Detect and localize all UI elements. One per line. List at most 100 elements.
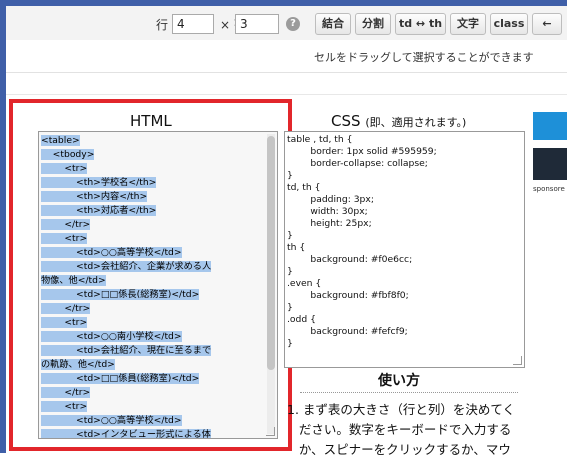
usage-line: か、スピナーをクリックするか、マウ [287, 440, 527, 460]
html-code-line: <tr> [41, 316, 263, 330]
css-code-line-text: .odd { [287, 314, 316, 325]
css-code-line-text: background: #fefcf9; [287, 326, 408, 337]
css-code-line: } [287, 302, 437, 314]
css-code-line: td, th { [287, 182, 437, 194]
text-button[interactable]: 文字 [450, 13, 486, 35]
html-code-line-text: </tr> [41, 387, 91, 398]
css-code-line: } [287, 266, 437, 278]
class-button[interactable]: class [490, 13, 528, 35]
css-panel-title: CSS (即、適用されます。) [331, 112, 466, 130]
html-code-line: <th>内容</th> [41, 190, 263, 204]
css-code-line-text: height: 25px; [287, 218, 372, 229]
html-code-line-text: <th>内容</th> [41, 191, 148, 202]
html-code-line-text: <th>対応者</th> [41, 205, 157, 216]
html-code-line-text: <td>□□係長(総務室)</td> [41, 289, 200, 300]
html-code-line-text: <tr> [41, 233, 88, 244]
html-code-line: <tr> [41, 232, 263, 246]
usage-line: ださい。数字をキーボードで入力する [287, 420, 527, 440]
css-code-line-text: } [287, 230, 293, 241]
html-code-line: <td>○○南小学校</td> [41, 330, 263, 344]
css-code-line: table , td, th { [287, 134, 437, 146]
css-resize-handle-icon[interactable] [513, 356, 522, 365]
html-code-line: <td>○○高等学校</td> [41, 246, 263, 260]
html-code-line-text: </tr> [41, 303, 91, 314]
html-code-line-text: <td>○○南小学校</td> [41, 331, 182, 342]
hint-bar: セルをドラッグして選択することができます [6, 40, 567, 73]
html-code-line-text: <td>会社紹介、企業が求める人 [41, 261, 212, 272]
css-code-line-text: th { [287, 242, 306, 253]
html-code-line: </tr> [41, 386, 263, 400]
css-code-line-text: } [287, 266, 293, 277]
css-title-note: (即、適用されます。) [365, 116, 467, 129]
html-code-line: の軌跡、他</td> [41, 358, 263, 372]
html-code-line: </tr> [41, 302, 263, 316]
html-scrollbar[interactable] [267, 134, 275, 434]
css-code-textarea[interactable]: table , td, th { border: 1px solid #5959… [284, 131, 525, 368]
css-code-line: } [287, 338, 437, 350]
back-arrow-button[interactable]: ← [532, 13, 562, 35]
css-code-line-text: padding: 3px; [287, 194, 374, 205]
css-code-line: border-collapse: collapse; [287, 158, 437, 170]
css-code-line: width: 30px; [287, 206, 437, 218]
html-panel-title: HTML [130, 112, 172, 130]
html-code-line-text: <td>会社紹介、現在に至るまで [41, 345, 212, 356]
html-code-line-text: の軌跡、他</td> [41, 359, 115, 370]
usage-divider [300, 392, 518, 393]
sponsor-ad-dark[interactable] [533, 148, 567, 180]
css-code-line: } [287, 230, 437, 242]
html-code-line-text: <table> [41, 135, 80, 146]
css-code-line-text: border: 1px solid #595959; [287, 146, 437, 157]
css-code-line-text: width: 30px; [287, 206, 368, 217]
usage-line-text: か、スピナーをクリックするか、マウ [287, 442, 511, 457]
css-code-line-text: background: #fbf8f0; [287, 290, 409, 301]
html-code-line-text: <td>○○高等学校</td> [41, 247, 182, 258]
html-code-line-text: <td>インタビュー形式による体 [41, 429, 211, 439]
html-code-line-text: </tr> [41, 219, 91, 230]
css-code-line: background: #f0e6cc; [287, 254, 437, 266]
html-code-line-text: <td>□□係員(総務室)</td> [41, 373, 200, 384]
td-th-toggle-button[interactable]: td ↔ th [395, 13, 446, 35]
row-count-input[interactable]: 4 [172, 14, 214, 34]
resize-handle-icon[interactable] [266, 427, 275, 436]
css-code-line: height: 25px; [287, 218, 437, 230]
css-code-line-text: .even { [287, 278, 322, 289]
html-code-line-text: <td>○○高等学校</td> [41, 415, 182, 426]
col-count-input[interactable]: 3 [235, 14, 279, 34]
css-code-line-text: } [287, 302, 293, 313]
html-code-line: 物像、他</td> [41, 274, 263, 288]
css-code-line: .even { [287, 278, 437, 290]
html-code-line-text: <tr> [41, 163, 88, 174]
css-code-line: background: #fbf8f0; [287, 290, 437, 302]
html-code-line: <td>○○高等学校</td> [41, 414, 263, 428]
css-code-line-text: border-collapse: collapse; [287, 158, 428, 169]
merge-button[interactable]: 結合 [315, 13, 351, 35]
css-code-line: background: #fefcf9; [287, 326, 437, 338]
html-code-line-text: <th>学校名</th> [41, 177, 157, 188]
css-code-line-text: background: #f0e6cc; [287, 254, 413, 265]
html-code-line: <td>□□係員(総務室)</td> [41, 372, 263, 386]
css-title-text: CSS [331, 112, 361, 130]
html-code-lines: <table> <tbody> <tr> <th>学校名</th> <th>内容… [41, 134, 263, 439]
row-label: 行 [156, 18, 169, 32]
html-code-line: <tr> [41, 162, 263, 176]
usage-line: 1. まず表の大きさ（行と列）を決めてく [287, 400, 527, 420]
css-code-line: padding: 3px; [287, 194, 437, 206]
html-code-line: <td>会社紹介、企業が求める人 [41, 260, 263, 274]
split-button[interactable]: 分割 [355, 13, 391, 35]
table-preview-strip [6, 72, 567, 95]
html-scrollbar-thumb[interactable] [267, 136, 275, 370]
css-code-line: th { [287, 242, 437, 254]
css-code-line-text: td, th { [287, 182, 321, 193]
usage-line-text: ださい。数字をキーボードで入力する [287, 422, 512, 437]
html-code-line-text: <tr> [41, 317, 88, 328]
table-toolbar: 行 4 × 列 3 ? 結合 分割 td ↔ th 文字 class ← [6, 6, 567, 41]
html-code-line: <tr> [41, 400, 263, 414]
html-code-textarea[interactable]: <table> <tbody> <tr> <th>学校名</th> <th>内容… [38, 131, 278, 439]
html-code-line: <td>□□係長(総務室)</td> [41, 288, 263, 302]
css-code-line-text: } [287, 170, 293, 181]
sponsor-ad-blue[interactable] [533, 112, 567, 140]
html-code-line: <table> [41, 134, 263, 148]
help-icon[interactable]: ? [286, 17, 300, 31]
css-code-line-text: } [287, 338, 293, 349]
html-code-line: </tr> [41, 218, 263, 232]
